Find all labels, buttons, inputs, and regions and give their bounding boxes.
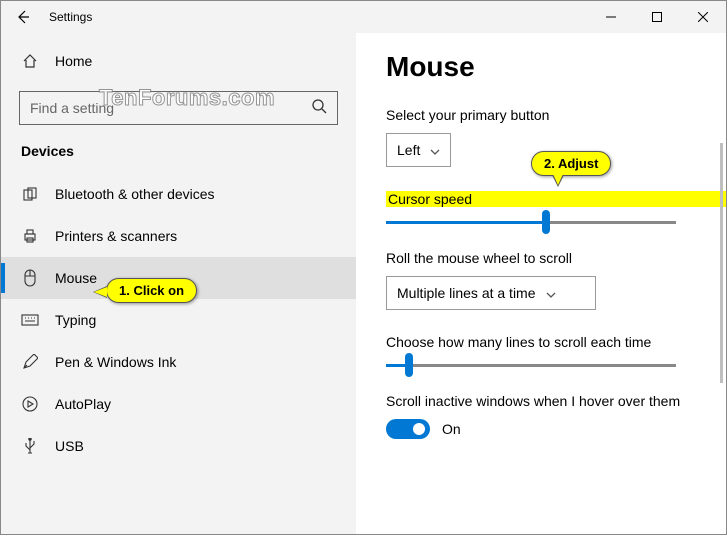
sidebar-item-label: Pen & Windows Ink [55,354,176,370]
printer-icon [21,228,39,244]
lines-to-scroll-label: Choose how many lines to scroll each tim… [386,334,726,350]
main-panel: Mouse Select your primary button Left Cu… [356,33,726,534]
scroll-mode-label: Roll the mouse wheel to scroll [386,250,726,266]
home-nav[interactable]: Home [1,41,356,81]
close-button[interactable] [680,1,726,33]
close-icon [698,12,708,22]
primary-button-dropdown[interactable]: Left [386,133,451,167]
sidebar-item-label: Printers & scanners [55,228,177,244]
mouse-icon [21,269,39,287]
sidebar-item-label: AutoPlay [55,396,111,412]
title-bar: Settings [1,1,726,33]
sidebar-item-label: Bluetooth & other devices [55,186,215,202]
maximize-icon [652,12,662,22]
minimize-button[interactable] [588,1,634,33]
sidebar-item-bluetooth[interactable]: Bluetooth & other devices [1,173,356,215]
search-input[interactable]: Find a setting [19,91,338,125]
scroll-inactive-toggle[interactable] [386,419,430,439]
search-icon [311,98,327,119]
cursor-speed-slider[interactable] [386,221,676,224]
sidebar-item-label: Typing [55,312,96,328]
pen-icon [21,354,39,370]
scroll-mode-dropdown[interactable]: Multiple lines at a time [386,276,596,310]
bluetooth-devices-icon [21,186,39,202]
sidebar-item-typing[interactable]: Typing [1,299,356,341]
window-title: Settings [45,10,92,24]
dropdown-value: Left [397,142,420,158]
scroll-inactive-label: Scroll inactive windows when I hover ove… [386,393,726,409]
section-header: Devices [1,143,356,159]
back-button[interactable] [1,1,45,33]
search-placeholder: Find a setting [30,100,114,116]
sidebar-item-printers[interactable]: Printers & scanners [1,215,356,257]
home-icon [21,53,39,69]
keyboard-icon [21,314,39,326]
minimize-icon [606,12,616,22]
toggle-knob [413,423,425,435]
slider-thumb[interactable] [542,210,550,234]
primary-button-label: Select your primary button [386,107,726,123]
dropdown-value: Multiple lines at a time [397,285,536,301]
cursor-speed-label: Cursor speed [386,191,726,207]
annotation-callout-2: 2. Adjust [531,151,611,176]
sidebar-item-usb[interactable]: USB [1,425,356,467]
page-title: Mouse [386,51,726,83]
sidebar-item-autoplay[interactable]: AutoPlay [1,383,356,425]
toggle-state-label: On [442,421,461,437]
chevron-down-icon [430,142,440,158]
sidebar-item-pen[interactable]: Pen & Windows Ink [1,341,356,383]
annotation-callout-1: 1. Click on [106,278,197,303]
lines-to-scroll-slider[interactable] [386,364,676,367]
sidebar-item-label: Mouse [55,270,97,286]
autoplay-icon [21,396,39,412]
slider-thumb[interactable] [405,353,413,377]
scrollbar[interactable] [720,143,723,383]
sidebar-item-label: USB [55,438,84,454]
chevron-down-icon [546,285,556,301]
usb-icon [21,438,39,454]
arrow-left-icon [16,10,30,24]
maximize-button[interactable] [634,1,680,33]
home-label: Home [55,53,92,69]
